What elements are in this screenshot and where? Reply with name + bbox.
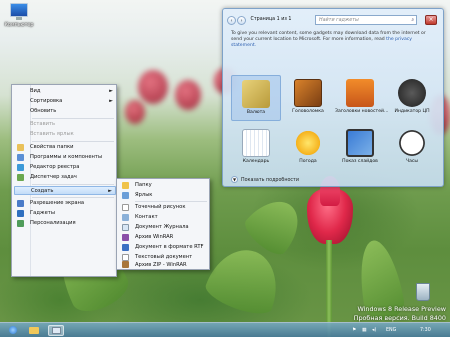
menu-item-gadgets[interactable]: Гаджеты xyxy=(14,209,116,218)
clock-time[interactable]: 7:30 xyxy=(420,325,431,336)
create-submenu: Папку Ярлык Точечный рисунок Контакт Док… xyxy=(116,178,210,270)
desktop-context-menu: Вид ► Сортировка ► Обновить Вставить Вст… xyxy=(11,84,117,277)
personalization-icon xyxy=(17,220,24,227)
menu-item-personalization[interactable]: Персонализация xyxy=(14,219,116,228)
zip-archive-icon xyxy=(122,261,129,268)
text-document-icon xyxy=(122,254,129,261)
task-manager-icon xyxy=(17,174,24,181)
puzzle-icon xyxy=(294,79,322,107)
build-watermark-line2: Пробная версия. Build 8400 xyxy=(353,314,446,322)
privacy-notice: To give you relevant content, some gadge… xyxy=(231,31,426,48)
gadget-currency[interactable]: Валюта xyxy=(231,75,281,121)
search-icon[interactable]: ⌕ xyxy=(411,16,414,25)
programs-icon xyxy=(17,154,24,161)
tray-volume-icon[interactable]: ◂) xyxy=(372,325,376,336)
gadget-grid: Валюта Головоломка Заголовки новостей...… xyxy=(231,75,437,175)
folder-icon xyxy=(29,327,39,334)
show-details-toggle[interactable]: ▼ Показать подробности xyxy=(231,176,299,183)
computer-icon xyxy=(10,3,28,20)
tray-network-icon[interactable]: ▦ xyxy=(362,325,367,336)
shortcut-icon xyxy=(122,192,129,199)
computer-desktop-icon[interactable]: Компьютер xyxy=(2,3,36,28)
menu-item-registry-editor[interactable]: Редактор реестра xyxy=(14,163,116,172)
menu-item-view[interactable]: Вид ► xyxy=(14,87,116,96)
recycle-bin-icon[interactable] xyxy=(416,283,430,301)
window-icon xyxy=(51,327,61,334)
build-watermark-line1: Windows 8 Release Preview xyxy=(357,305,446,313)
previous-page-button[interactable]: ‹ xyxy=(227,15,236,25)
gadgets-icon xyxy=(17,210,24,217)
folder-icon xyxy=(122,182,129,189)
contact-icon xyxy=(122,214,129,221)
rss-icon xyxy=(346,79,374,107)
menu-item-paste-shortcut[interactable]: Вставить ярлык xyxy=(14,130,116,139)
taskbar-active-window-button[interactable] xyxy=(48,325,64,336)
menu-item-refresh[interactable]: Обновить xyxy=(14,107,116,116)
submenu-item-journal[interactable]: Документ Журнала xyxy=(119,223,209,232)
gadget-puzzle[interactable]: Головоломка xyxy=(283,75,333,121)
clock-icon xyxy=(398,129,426,157)
gadget-clock[interactable]: Часы xyxy=(387,125,437,171)
cpu-meter-icon xyxy=(398,79,426,107)
chevron-down-icon: ▼ xyxy=(231,176,238,183)
gadget-slideshow[interactable]: Показ слайдов xyxy=(335,125,385,171)
submenu-item-zip-archive[interactable]: Архив ZIP - WinRAR xyxy=(119,261,209,269)
menu-item-programs-features[interactable]: Программы и компоненты xyxy=(14,153,116,162)
folder-options-icon xyxy=(17,144,24,151)
rtf-document-icon xyxy=(122,244,129,251)
submenu-item-folder[interactable]: Папку xyxy=(119,181,209,190)
gadget-cpu-meter[interactable]: Индикатор ЦП xyxy=(387,75,437,121)
bitmap-icon xyxy=(122,204,129,211)
menu-item-create[interactable]: Создать ► xyxy=(14,186,116,195)
journal-icon xyxy=(122,224,129,231)
page-navigator: ‹ › Страница 1 из 1 xyxy=(227,15,299,25)
menu-item-task-manager[interactable]: Диспетчер задач xyxy=(14,173,116,182)
submenu-item-shortcut[interactable]: Ярлык xyxy=(119,191,209,200)
gadget-weather[interactable]: Погода xyxy=(283,125,333,171)
menu-item-screen-resolution[interactable]: Разрешение экрана xyxy=(14,199,116,208)
submenu-item-contact[interactable]: Контакт xyxy=(119,213,209,222)
sun-icon xyxy=(294,129,322,157)
taskbar-ie-button[interactable] xyxy=(5,325,21,336)
gadget-headlines[interactable]: Заголовки новостей... xyxy=(335,75,388,121)
gadget-calendar[interactable]: Календарь xyxy=(231,125,281,171)
gadget-search-input[interactable]: Найти гаджеты ⌕ xyxy=(315,15,417,25)
next-page-button[interactable]: › xyxy=(237,15,246,25)
menu-item-paste[interactable]: Вставить xyxy=(14,120,116,129)
submenu-arrow-icon: ► xyxy=(108,188,112,194)
winrar-icon xyxy=(122,234,129,241)
calendar-icon xyxy=(242,129,270,157)
taskbar-explorer-button[interactable] xyxy=(26,325,42,336)
slideshow-icon xyxy=(346,129,374,157)
internet-explorer-icon xyxy=(9,326,17,334)
gadget-gallery-window: ‹ › Страница 1 из 1 Найти гаджеты ⌕ × To … xyxy=(222,8,444,187)
display-icon xyxy=(17,200,24,207)
submenu-arrow-icon: ► xyxy=(109,88,113,94)
registry-icon xyxy=(17,164,24,171)
page-indicator: Страница 1 из 1 xyxy=(250,17,292,22)
tray-flag-icon[interactable]: ⚑ xyxy=(352,325,356,336)
menu-item-folder-options[interactable]: Свойства папки xyxy=(14,143,116,152)
submenu-item-rtf-document[interactable]: Документ в формате RTF xyxy=(119,243,209,252)
submenu-item-bitmap[interactable]: Точечный рисунок xyxy=(119,203,209,212)
close-button[interactable]: × xyxy=(425,15,437,25)
submenu-item-winrar-archive[interactable]: Архив WinRAR xyxy=(119,233,209,242)
language-indicator[interactable]: ENG xyxy=(386,325,396,336)
currency-icon xyxy=(242,80,270,108)
computer-icon-label: Компьютер xyxy=(4,23,34,28)
submenu-arrow-icon: ► xyxy=(109,98,113,104)
taskbar: ⚑ ▦ ◂) ENG 7:30 xyxy=(0,322,450,337)
menu-item-sort[interactable]: Сортировка ► xyxy=(14,97,116,106)
